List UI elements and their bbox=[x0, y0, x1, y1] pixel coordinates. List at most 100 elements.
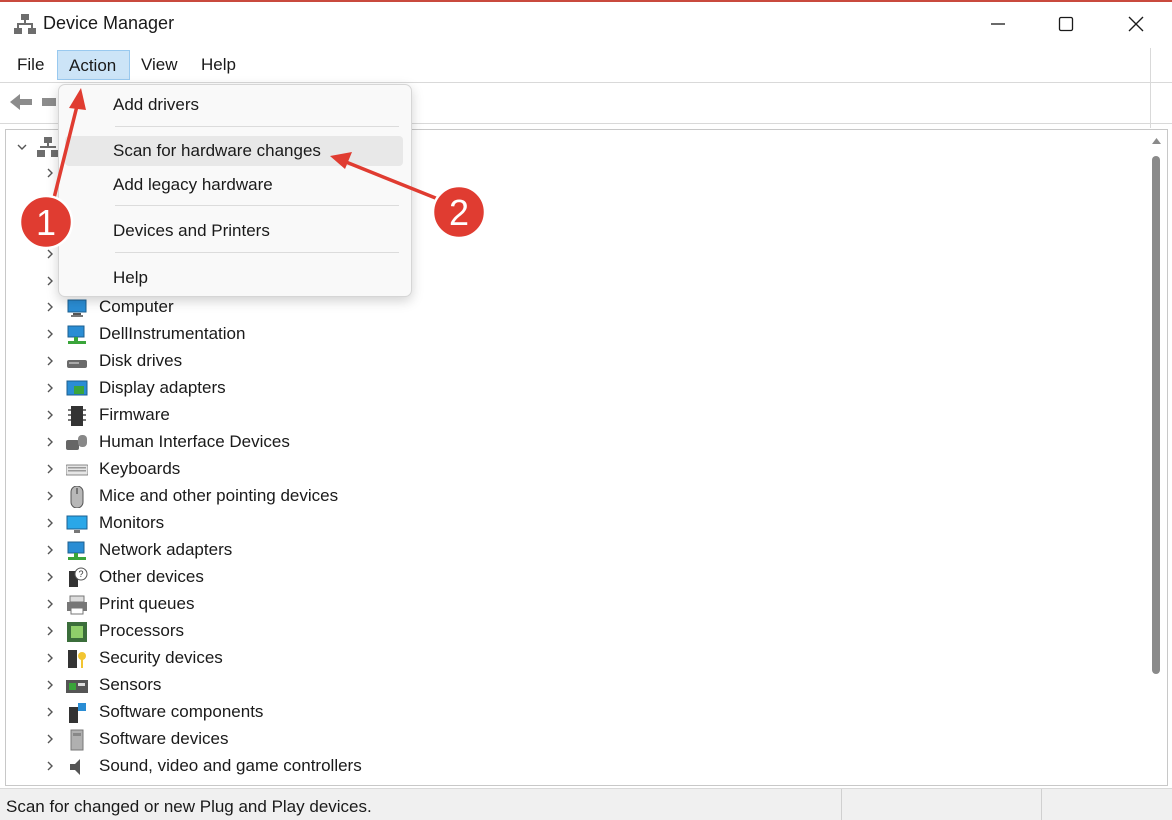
tree-item-label: Sensors bbox=[99, 675, 162, 694]
chevron-right-icon[interactable] bbox=[44, 194, 56, 206]
tree-item-label: DellInstrumentation bbox=[99, 324, 246, 343]
status-bar: Scan for changed or new Plug and Play de… bbox=[0, 788, 1172, 820]
forward-arrow-icon[interactable] bbox=[42, 95, 56, 109]
menu-item-help[interactable]: Help bbox=[65, 263, 403, 293]
chevron-right-icon[interactable] bbox=[44, 706, 56, 718]
chevron-right-icon[interactable] bbox=[44, 544, 56, 556]
firmware-chip-icon bbox=[68, 406, 86, 426]
tree-item[interactable]: Sound, video and game controllers bbox=[6, 753, 1136, 780]
chevron-right-icon[interactable] bbox=[44, 733, 56, 745]
sensor-icon bbox=[66, 680, 88, 693]
chevron-right-icon[interactable] bbox=[44, 490, 56, 502]
menu-file[interactable]: File bbox=[6, 50, 55, 80]
computer-icon bbox=[67, 299, 87, 317]
close-icon bbox=[1128, 16, 1144, 32]
menu-separator bbox=[115, 126, 399, 127]
chevron-right-icon[interactable] bbox=[44, 625, 56, 637]
software-device-icon bbox=[70, 729, 84, 751]
chevron-right-icon[interactable] bbox=[44, 652, 56, 664]
tree-item-label: Keyboards bbox=[99, 459, 181, 478]
menu-item-add-drivers[interactable]: Add drivers bbox=[65, 90, 403, 120]
tree-item[interactable]: Network adapters bbox=[6, 537, 1136, 564]
tree-item[interactable]: Security devices bbox=[6, 645, 1136, 672]
title-bar[interactable]: Device Manager bbox=[0, 2, 1172, 46]
tree-item-label: Security devices bbox=[99, 648, 223, 667]
device-manager-icon bbox=[14, 14, 36, 34]
window-edge bbox=[1150, 48, 1172, 128]
chevron-right-icon[interactable] bbox=[44, 463, 56, 475]
chevron-right-icon[interactable] bbox=[44, 248, 56, 260]
security-device-icon bbox=[68, 650, 86, 668]
chevron-right-icon[interactable] bbox=[44, 167, 56, 179]
maximize-button[interactable] bbox=[1036, 2, 1096, 46]
tree-item[interactable]: Software devices bbox=[6, 726, 1136, 753]
keyboard-icon bbox=[66, 464, 88, 476]
menu-bar: File Action View Help bbox=[0, 48, 1172, 83]
tree-item-label: Disk drives bbox=[99, 351, 183, 370]
computer-root-icon bbox=[37, 137, 59, 157]
chevron-down-icon[interactable] bbox=[16, 141, 28, 153]
menu-item-scan-for-hardware-changes[interactable]: Scan for hardware changes bbox=[65, 136, 403, 166]
tree-item[interactable]: Sensors bbox=[6, 672, 1136, 699]
tree-item-label: Mice and other pointing devices bbox=[99, 486, 339, 505]
tree-item-label: Network adapters bbox=[99, 540, 233, 559]
network-icon bbox=[67, 541, 86, 560]
scroll-up-icon[interactable] bbox=[1152, 138, 1161, 144]
tree-item[interactable]: Computer bbox=[6, 294, 1136, 321]
tree-item-label: Computer bbox=[99, 297, 174, 316]
menu-help[interactable]: Help bbox=[190, 50, 247, 80]
tree-item[interactable]: Print queues bbox=[6, 591, 1136, 618]
chevron-right-icon[interactable] bbox=[44, 409, 56, 421]
tree-item[interactable]: Disk drives bbox=[6, 348, 1136, 375]
chevron-right-icon[interactable] bbox=[44, 382, 56, 394]
chevron-right-icon[interactable] bbox=[44, 598, 56, 610]
chevron-right-icon[interactable] bbox=[44, 355, 56, 367]
maximize-icon bbox=[1058, 16, 1074, 32]
tree-item-label: Human Interface Devices bbox=[99, 432, 290, 451]
back-arrow-icon[interactable] bbox=[8, 91, 34, 113]
chevron-right-icon[interactable] bbox=[44, 436, 56, 448]
tree-item[interactable]: Processors bbox=[6, 618, 1136, 645]
vertical-scrollbar[interactable] bbox=[1146, 130, 1167, 785]
svg-text:?: ? bbox=[78, 569, 83, 579]
network-icon bbox=[67, 325, 86, 344]
chevron-right-icon[interactable] bbox=[44, 679, 56, 691]
tree-item[interactable]: ? Other devices bbox=[6, 564, 1136, 591]
tree-item[interactable]: Firmware bbox=[6, 402, 1136, 429]
speaker-icon bbox=[70, 759, 80, 775]
mouse-icon bbox=[70, 486, 84, 508]
processor-icon bbox=[67, 622, 87, 642]
tree-item[interactable]: Display adapters bbox=[6, 375, 1136, 402]
menu-view[interactable]: View bbox=[130, 50, 189, 80]
tree-item-label: Software devices bbox=[99, 729, 229, 748]
menu-separator bbox=[115, 205, 399, 206]
minimize-icon bbox=[991, 23, 1005, 25]
chevron-right-icon[interactable] bbox=[44, 760, 56, 772]
tree-item-label: Software components bbox=[99, 702, 264, 721]
menu-separator bbox=[115, 252, 399, 253]
menu-action[interactable]: Action bbox=[57, 50, 130, 80]
tree-item[interactable]: Monitors bbox=[6, 510, 1136, 537]
scrollbar-thumb[interactable] bbox=[1152, 156, 1160, 674]
close-button[interactable] bbox=[1106, 2, 1166, 46]
tree-item[interactable]: Human Interface Devices bbox=[6, 429, 1136, 456]
minimize-button[interactable] bbox=[968, 2, 1028, 46]
chevron-right-icon[interactable] bbox=[44, 328, 56, 340]
tree-item-label: Display adapters bbox=[99, 378, 226, 397]
unknown-device-icon: ? bbox=[69, 567, 88, 587]
chevron-right-icon[interactable] bbox=[44, 517, 56, 529]
menu-item-add-legacy-hardware[interactable]: Add legacy hardware bbox=[65, 170, 403, 200]
tree-item-label: Monitors bbox=[99, 513, 165, 532]
tree-item[interactable]: DellInstrumentation bbox=[6, 321, 1136, 348]
printer-icon bbox=[67, 595, 87, 615]
chevron-right-icon[interactable] bbox=[44, 301, 56, 313]
tree-item[interactable]: Mice and other pointing devices bbox=[6, 483, 1136, 510]
chevron-right-icon[interactable] bbox=[44, 275, 56, 287]
tree-item-label: Other devices bbox=[99, 567, 204, 586]
menu-item-devices-and-printers[interactable]: Devices and Printers bbox=[65, 216, 403, 246]
chevron-right-icon[interactable] bbox=[44, 571, 56, 583]
tree-item[interactable]: Keyboards bbox=[6, 456, 1136, 483]
hid-icon bbox=[66, 435, 87, 450]
status-divider bbox=[1041, 789, 1042, 820]
tree-item[interactable]: Software components bbox=[6, 699, 1136, 726]
